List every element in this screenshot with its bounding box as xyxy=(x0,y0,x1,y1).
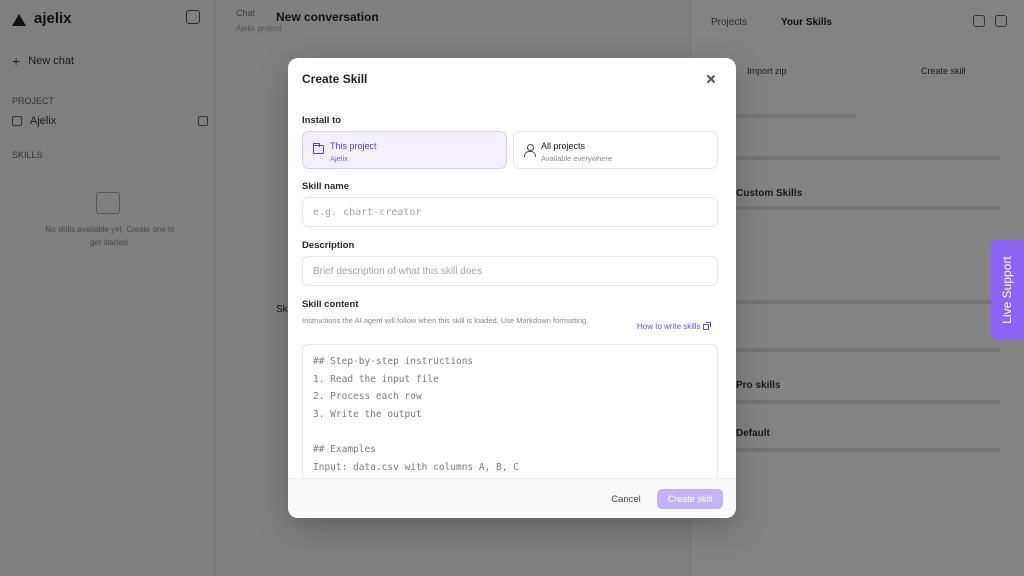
live-support-button[interactable]: Live Support xyxy=(991,240,1024,340)
code-line: 2. Process each row xyxy=(313,391,422,403)
option-all-projects[interactable]: All projects Available everywhere xyxy=(513,131,718,169)
cancel-button[interactable]: Cancel xyxy=(602,489,650,509)
create-skill-button[interactable]: Create skill xyxy=(657,489,723,509)
create-skill-dialog: Create Skill Install to This project Aje… xyxy=(288,58,736,518)
description-label: Description xyxy=(302,240,355,251)
folder-icon xyxy=(312,143,324,154)
option-title: All projects xyxy=(541,141,586,151)
code-line: 1. Read the input file xyxy=(313,373,439,385)
skill-content-help: Instructions the AI agent will follow wh… xyxy=(302,316,589,325)
user-icon xyxy=(524,144,536,157)
code-line: ## Step-by-step instructions xyxy=(313,356,474,367)
external-link-icon xyxy=(702,321,711,330)
code-line: ## Examples xyxy=(313,444,376,456)
help-link-label: How to write skills xyxy=(637,322,701,331)
option-title: This project xyxy=(330,141,377,151)
option-subtitle: Ajelix xyxy=(330,154,348,163)
skill-name-input[interactable] xyxy=(302,197,718,227)
option-subtitle: Available everywhere xyxy=(541,154,613,163)
option-this-project[interactable]: This project Ajelix xyxy=(302,131,507,169)
install-to-label: Install to xyxy=(302,115,342,126)
close-icon[interactable] xyxy=(704,72,718,86)
description-input[interactable] xyxy=(302,256,718,286)
live-support-label: Live Support xyxy=(1000,256,1014,324)
dialog-footer: Cancel Create skill xyxy=(288,478,736,518)
code-line: 3. Write the output xyxy=(313,409,422,421)
how-to-write-skills-link[interactable]: How to write skills xyxy=(637,321,711,331)
skill-name-label: Skill name xyxy=(302,181,349,192)
dialog-title: Create Skill xyxy=(302,72,368,86)
skill-content-label: Skill content xyxy=(302,299,359,310)
code-line: Input: data.csv with columns A, B, C xyxy=(313,462,519,474)
skill-content-editor[interactable]: ## Step-by-step instructions 1. Read the… xyxy=(302,344,718,478)
